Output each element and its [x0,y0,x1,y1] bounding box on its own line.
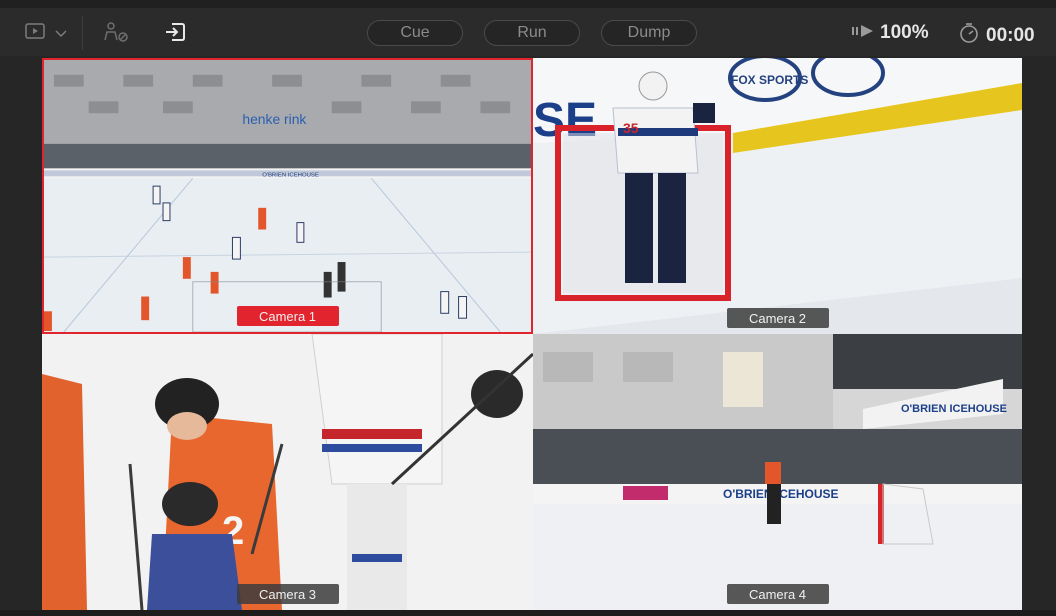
camera-disabled-icon [101,20,129,49]
camera-3-label: Camera 3 [236,584,339,604]
bottom-strip [0,610,1056,616]
camera-1-label: Camera 1 [236,306,339,326]
camera-2-view[interactable]: SE FOX SPORTS 35 Camera 2 [533,58,1022,334]
camera-1-image: henke rink O'BRIEN ICEHOUSE [44,60,531,332]
exit-arrow-icon [163,20,187,49]
board-text-1: O'BRIEN ICEHOUSE [262,172,319,178]
camera-3-image: 2 [42,334,533,610]
run-button[interactable]: Run [484,20,580,46]
camera-4-label: Camera 4 [726,584,829,604]
multiview-grid: henke rink O'BRIEN ICEHOUSE Camera 1 SE … [42,58,1022,610]
fox-logo: FOX SPORTS [731,73,808,87]
camera-disabled-button[interactable] [98,20,132,48]
camera-4-view[interactable]: O'BRIEN ICEHOUSE O'BRIEN ICEHOUSE Camera… [533,334,1022,610]
chevron-down-icon [55,25,67,43]
camera-4-image: O'BRIEN ICEHOUSE O'BRIEN ICEHOUSE [533,334,1022,610]
jersey-number: 35 [623,120,639,136]
camera-2-label: Camera 2 [726,308,829,328]
camera-2-image: SE FOX SPORTS 35 [533,58,1022,334]
stopwatch-icon [958,22,980,50]
rink-sign: henke rink [242,111,306,127]
dump-button[interactable]: Dump [601,20,697,46]
banner-text: O'BRIEN ICEHOUSE [901,403,1007,415]
timer: 00:00 [958,22,1035,50]
speed-play-icon [852,22,874,44]
exit-button[interactable] [160,20,190,48]
camera-3-view[interactable]: 2 Camera 3 [42,334,533,610]
monitor-source-dropdown[interactable] [20,22,72,46]
top-toolbar: Cue Run Dump 100% 00:00 [0,0,1056,56]
playback-speed: 100% [852,22,929,44]
cue-button[interactable]: Cue [367,20,463,46]
timer-value: 00:00 [986,25,1035,46]
speed-value: 100% [880,22,929,43]
monitor-play-icon [25,22,45,46]
camera-1-view[interactable]: henke rink O'BRIEN ICEHOUSE Camera 1 [42,58,533,334]
